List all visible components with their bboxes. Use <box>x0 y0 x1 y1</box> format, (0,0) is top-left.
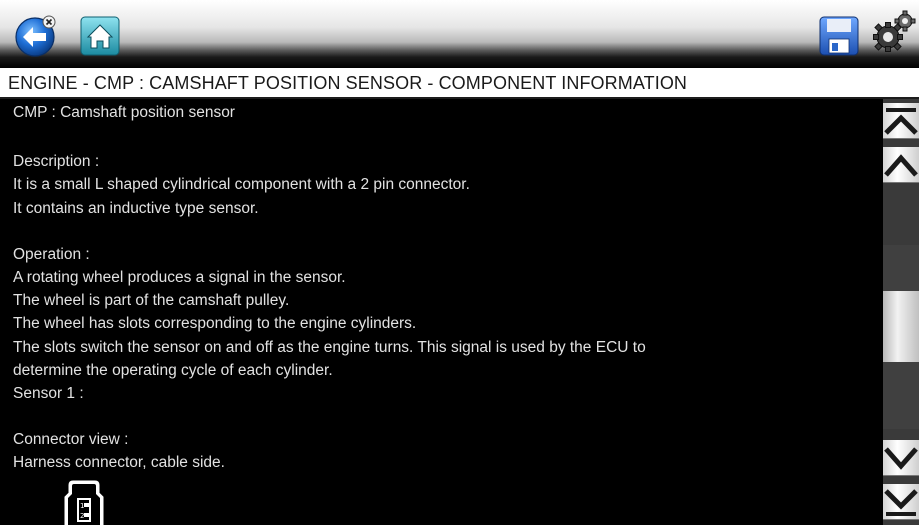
info-line: The wheel has slots corresponding to the… <box>13 315 417 332</box>
info-line-connector-heading: Connector view : <box>13 431 129 448</box>
info-line: It is a small L shaped cylindrical compo… <box>13 176 470 193</box>
toolbar <box>0 0 919 68</box>
info-line: determine the operating cycle of each cy… <box>13 362 333 379</box>
home-icon <box>80 16 120 56</box>
back-button[interactable] <box>14 14 58 58</box>
title-bar: ENGINE - CMP : CAMSHAFT POSITION SENSOR … <box>0 68 919 99</box>
scrollbar[interactable] <box>883 99 919 525</box>
save-disk-icon <box>819 16 859 56</box>
scroll-up-button[interactable] <box>883 147 919 183</box>
scroll-down-button[interactable] <box>883 440 919 476</box>
info-line: Harness connector, cable side. <box>13 454 225 471</box>
scroll-bottom-button[interactable] <box>883 484 919 520</box>
svg-text:2: 2 <box>80 512 84 520</box>
info-line-description-heading: Description : <box>13 153 100 170</box>
info-line: A rotating wheel produces a signal in th… <box>13 269 346 286</box>
info-line: It contains an inductive type sensor. <box>13 200 259 217</box>
info-line-sensor-heading: Sensor 1 : <box>13 385 84 402</box>
scroll-up-icon <box>884 153 918 177</box>
scroll-thumb[interactable] <box>883 291 919 362</box>
page-title: ENGINE - CMP : CAMSHAFT POSITION SENSOR … <box>8 73 688 93</box>
scroll-top-button[interactable] <box>883 103 919 139</box>
home-button[interactable] <box>80 16 120 56</box>
screen: ENGINE - CMP : CAMSHAFT POSITION SENSOR … <box>0 0 919 525</box>
gears-icon <box>873 10 916 52</box>
scroll-to-top-icon <box>884 107 918 135</box>
scroll-down-icon <box>884 446 918 470</box>
component-info-panel: CMP : Camshaft position sensor Descripti… <box>0 99 883 525</box>
info-line-operation-heading: Operation : <box>13 246 90 263</box>
svg-text:1: 1 <box>80 502 84 510</box>
info-line: The wheel is part of the camshaft pulley… <box>13 292 290 309</box>
scroll-to-bottom-icon <box>884 488 918 516</box>
info-line-component-name: CMP : Camshaft position sensor <box>13 104 235 121</box>
info-line: The slots switch the sensor on and off a… <box>13 339 646 356</box>
connector-diagram-icon: 1 2 <box>63 479 105 525</box>
tools-button[interactable] <box>870 9 918 57</box>
save-button[interactable] <box>818 15 860 57</box>
scroll-track[interactable] <box>883 245 919 429</box>
back-arrow-icon <box>15 15 56 57</box>
